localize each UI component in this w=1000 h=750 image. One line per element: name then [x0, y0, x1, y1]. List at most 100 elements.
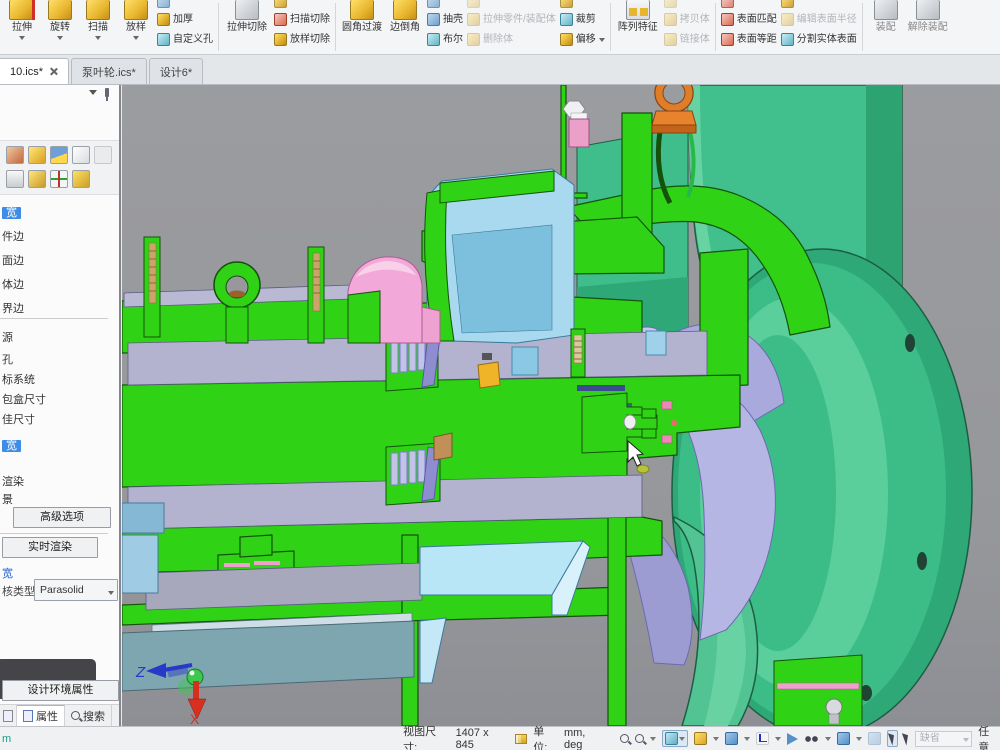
split-solid-face-button[interactable]: 分割实体表面	[781, 31, 857, 48]
cursor-icon[interactable]	[902, 732, 911, 746]
camera-cube-icon[interactable]	[837, 732, 850, 745]
clipped-tool-button[interactable]	[157, 0, 213, 8]
chamfer-button[interactable]: 边倒角	[385, 0, 425, 54]
bearing-lower	[386, 443, 440, 505]
edit-note-icon[interactable]	[72, 146, 90, 164]
view-size-label: 视图尺寸:	[403, 723, 449, 750]
tab-document-2[interactable]: 泵叶轮.ics*	[71, 58, 147, 84]
view-mode-button[interactable]	[662, 730, 688, 747]
fillet-button[interactable]: 圆角过渡	[339, 0, 385, 54]
offset-button[interactable]: 偏移	[560, 31, 605, 48]
render-option[interactable]: 景	[2, 491, 13, 507]
display-option[interactable]: 件边	[2, 228, 24, 244]
panel-icon	[94, 146, 112, 164]
chevron-down-icon[interactable]	[744, 737, 750, 741]
boolean-button[interactable]: 布尔	[427, 31, 463, 48]
kernel-type-dropdown[interactable]: Parasolid	[34, 579, 118, 601]
display-option[interactable]: 界边	[2, 300, 24, 316]
visibility-glasses-icon[interactable]	[804, 735, 819, 743]
clipped-tool-button	[664, 0, 710, 8]
clipped-tool-button[interactable]	[427, 0, 463, 8]
realtime-render-button[interactable]: 实时渲染	[2, 537, 98, 558]
assemble-button[interactable]: 装配	[866, 0, 906, 54]
render-option[interactable]: 源	[2, 329, 13, 345]
render-option[interactable]: 包盒尺寸	[2, 391, 46, 407]
gear-icon[interactable]	[28, 170, 46, 188]
display-style-icon[interactable]	[725, 732, 738, 745]
axis-display-icon[interactable]	[756, 732, 769, 745]
revolve-button[interactable]: 旋转	[41, 0, 79, 54]
design-env-properties-button[interactable]: 设计环境属性	[2, 680, 119, 701]
render-option[interactable]: 标系统	[2, 371, 35, 387]
display-option[interactable]: 体边	[2, 276, 24, 292]
sweep-cut-icon	[274, 13, 287, 26]
snap-mode-label[interactable]: 任意	[978, 723, 1000, 750]
display-option-selected[interactable]: 宽	[2, 204, 21, 220]
zoom-icon[interactable]	[620, 734, 629, 743]
shield-badge-icon[interactable]	[50, 146, 68, 164]
render-scene-icon[interactable]	[6, 146, 24, 164]
render-option[interactable]: 渲染	[2, 473, 24, 489]
style-swirl-icon[interactable]	[28, 146, 46, 164]
chevron-down-icon[interactable]	[19, 36, 25, 40]
sweep-cut-button[interactable]: 扫描切除	[274, 11, 330, 28]
select-cursor-button[interactable]	[887, 730, 898, 747]
chevron-down-icon[interactable]	[825, 737, 831, 741]
clipped-tab[interactable]	[0, 705, 17, 726]
clipped-icon	[427, 0, 440, 8]
render-option[interactable]: 孔	[2, 351, 13, 367]
loft-button[interactable]: 放样	[117, 0, 155, 54]
offset-icon	[560, 33, 573, 46]
surface-offset-button[interactable]: 表面等距	[721, 31, 777, 48]
clipped-tool-button[interactable]	[274, 0, 330, 8]
chevron-down-icon[interactable]	[775, 737, 781, 741]
surface-match-button[interactable]: 表面匹配	[721, 11, 777, 28]
advanced-options-button[interactable]: 高级选项	[13, 507, 111, 528]
pump-section-model[interactable]: Z X	[122, 85, 1000, 726]
preset-dropdown[interactable]: 缺省	[915, 731, 972, 747]
chevron-down-icon[interactable]	[856, 737, 862, 741]
shell-icon	[427, 13, 440, 26]
clipped-tool-button[interactable]	[781, 0, 857, 8]
tab-document-3[interactable]: 设计6*	[149, 58, 203, 84]
render-link[interactable]: 宽	[2, 565, 13, 581]
viewport-3d[interactable]: Z X	[122, 85, 1000, 726]
extrude-button[interactable]: 拉伸	[3, 0, 41, 54]
chevron-down-icon[interactable]	[713, 737, 719, 741]
zoom-options-icon[interactable]	[635, 734, 644, 743]
render-option[interactable]: 佳尺寸	[2, 411, 35, 427]
display-option[interactable]: 面边	[2, 252, 24, 268]
extrude-cut-button[interactable]: 拉伸切除	[222, 0, 272, 54]
clipped-tool-button[interactable]	[560, 0, 605, 8]
tab-document-1[interactable]: 10.ics*	[0, 58, 69, 84]
calculator-icon[interactable]	[6, 170, 24, 188]
sweep-button[interactable]: 扫描	[79, 0, 117, 54]
thicken-button[interactable]: 加厚	[157, 11, 213, 28]
chevron-down-icon[interactable]	[95, 36, 101, 40]
unit-label: 单位:	[533, 723, 558, 750]
chevron-down-icon[interactable]	[89, 90, 97, 95]
close-icon[interactable]	[49, 67, 58, 76]
ribbon-group-modify: 圆角过渡 边倒角 抽壳 布尔 拉伸零件/装配体 删除体 裁剪 偏移	[336, 0, 610, 54]
clipped-tool-button[interactable]	[721, 0, 777, 8]
tab-search[interactable]: 搜索	[65, 705, 112, 726]
custom-hole-button[interactable]: 自定义孔	[157, 31, 213, 48]
section-wedge-icon[interactable]	[787, 733, 798, 745]
shell-button[interactable]: 抽壳	[427, 11, 463, 28]
pin-icon[interactable]	[105, 88, 109, 97]
tab-properties[interactable]: 属性	[17, 705, 65, 726]
shade-mode-icon[interactable]	[694, 732, 707, 745]
loft-cut-button[interactable]: 放样切除	[274, 31, 330, 48]
render-option-selected[interactable]: 宽	[2, 437, 21, 453]
chevron-down-icon	[963, 738, 969, 742]
chevron-down-icon[interactable]	[133, 36, 139, 40]
chevron-down-icon	[679, 737, 685, 741]
axis-triad-icon[interactable]	[50, 170, 68, 188]
chevron-down-icon[interactable]	[650, 737, 656, 741]
chevron-down-icon[interactable]	[57, 36, 63, 40]
trim-button[interactable]: 裁剪	[560, 11, 605, 28]
disassemble-button[interactable]: 解除装配	[906, 0, 950, 54]
pattern-feature-button[interactable]: 阵列特征	[614, 0, 662, 54]
part-icon[interactable]	[72, 170, 90, 188]
chevron-down-icon[interactable]	[599, 38, 605, 42]
